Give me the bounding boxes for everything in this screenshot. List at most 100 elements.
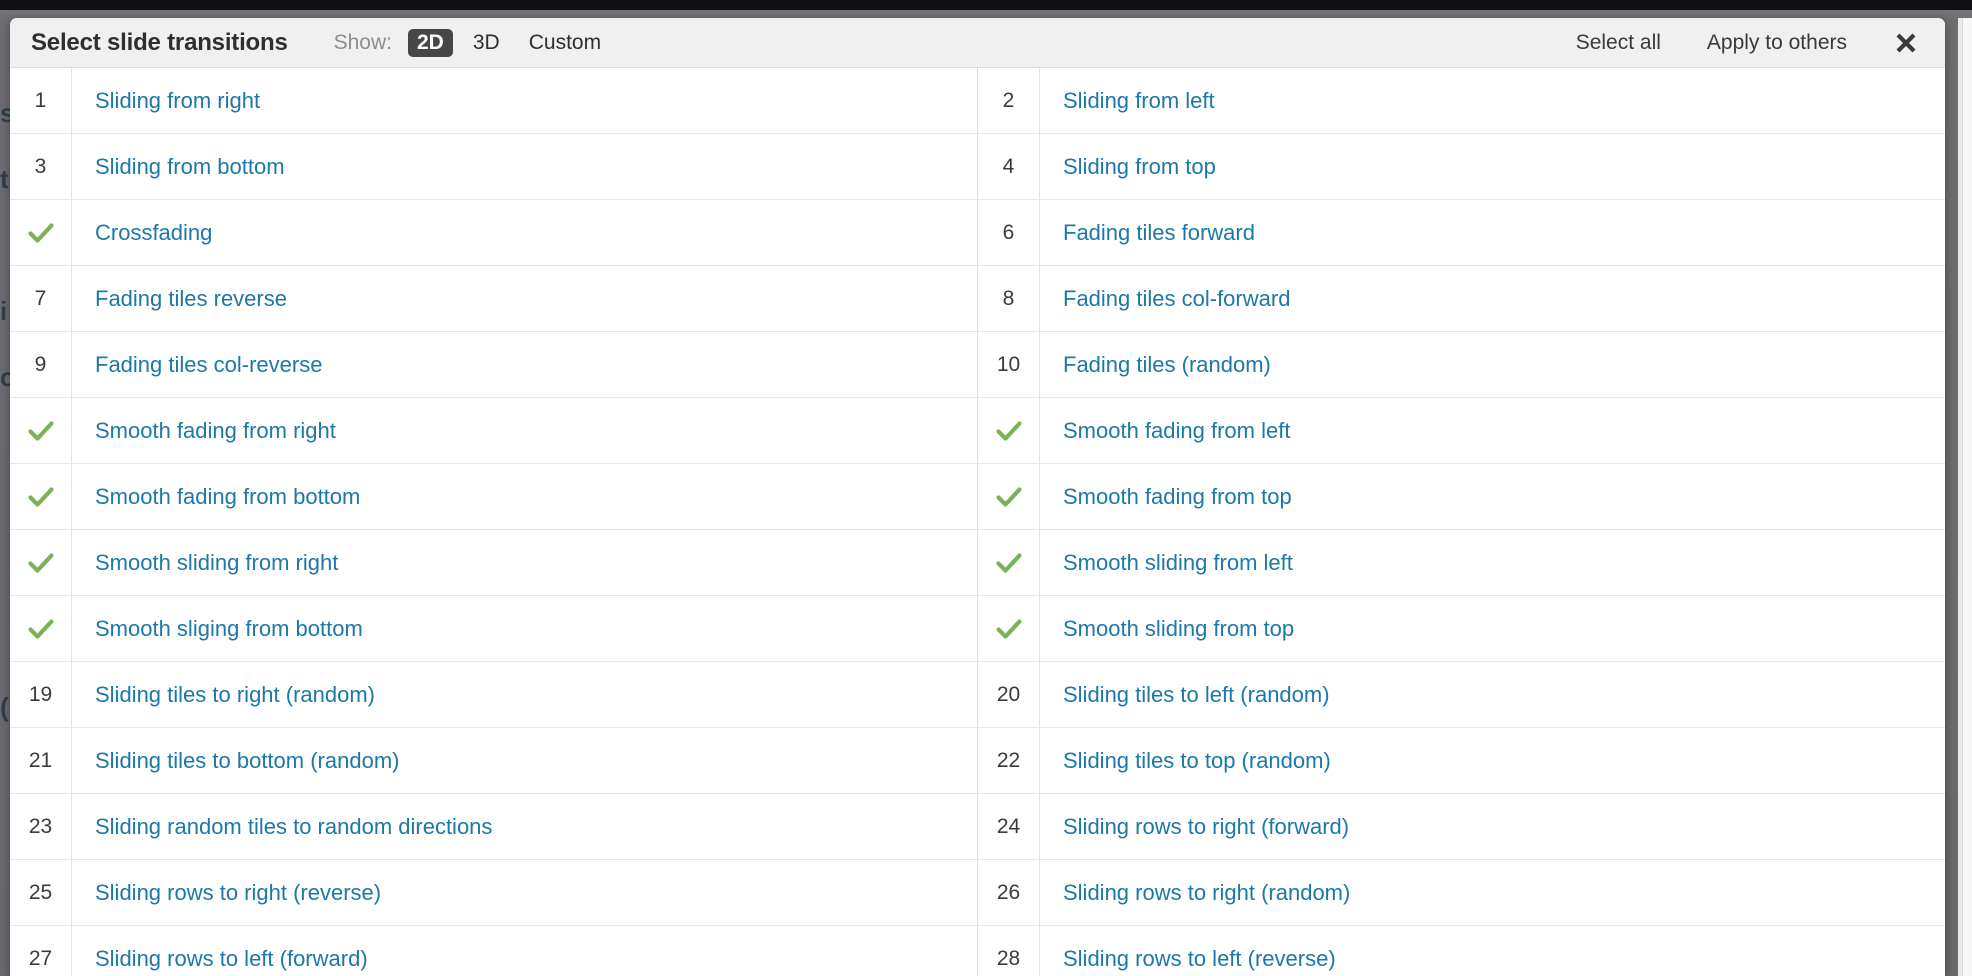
table-row[interactable]: 10 Fading tiles (random)	[978, 332, 1945, 398]
table-row[interactable]: 24 Sliding rows to right (forward)	[978, 794, 1945, 860]
table-row[interactable]: 4 Sliding from top	[978, 134, 1945, 200]
row-index[interactable]: 21	[10, 728, 72, 793]
scrollbar-track[interactable]	[1962, 18, 1972, 976]
tab-3d[interactable]: 3D	[464, 29, 509, 57]
transition-name[interactable]: Sliding rows to right (forward)	[1040, 814, 1349, 840]
row-index[interactable]: 25	[10, 860, 72, 925]
table-row[interactable]: Smooth sliding from left	[978, 530, 1945, 596]
transitions-column-left: 1 Sliding from right 3 Sliding from bottom C…	[10, 68, 978, 976]
table-row[interactable]: 8 Fading tiles col-forward	[978, 266, 1945, 332]
transition-name[interactable]: Smooth sliging from bottom	[72, 616, 363, 642]
transition-name[interactable]: Fading tiles col-forward	[1040, 286, 1290, 312]
row-index[interactable]: 27	[10, 926, 72, 976]
row-index[interactable]: 28	[978, 926, 1040, 976]
check-icon[interactable]	[10, 200, 72, 265]
transition-name[interactable]: Sliding rows to right (random)	[1040, 880, 1350, 906]
slide-transitions-dialog: Select slide transitions Show: 2D 3D Cus…	[10, 18, 1945, 976]
transition-name[interactable]: Sliding from right	[72, 88, 260, 114]
table-row[interactable]: Smooth sliding from top	[978, 596, 1945, 662]
table-row[interactable]: Smooth fading from right	[10, 398, 977, 464]
row-index[interactable]: 9	[10, 332, 72, 397]
row-index[interactable]: 24	[978, 794, 1040, 859]
table-row[interactable]: Crossfading	[10, 200, 977, 266]
table-row[interactable]: 28 Sliding rows to left (reverse)	[978, 926, 1945, 976]
table-row[interactable]: 1 Sliding from right	[10, 68, 977, 134]
row-index[interactable]: 19	[10, 662, 72, 727]
table-row[interactable]: Smooth fading from bottom	[10, 464, 977, 530]
check-icon[interactable]	[978, 464, 1040, 529]
check-icon[interactable]	[10, 464, 72, 529]
row-index[interactable]: 26	[978, 860, 1040, 925]
tab-2d[interactable]: 2D	[408, 28, 453, 57]
row-index[interactable]: 3	[10, 134, 72, 199]
close-icon[interactable]	[1893, 30, 1919, 56]
check-icon[interactable]	[10, 398, 72, 463]
row-index[interactable]: 23	[10, 794, 72, 859]
transition-name[interactable]: Smooth sliding from top	[1040, 616, 1294, 642]
show-filter-group: Show: 2D 3D Custom	[333, 28, 621, 57]
table-row[interactable]: Smooth sliding from right	[10, 530, 977, 596]
dialog-header: Select slide transitions Show: 2D 3D Cus…	[10, 18, 1945, 68]
transition-name[interactable]: Sliding from bottom	[72, 154, 285, 180]
transition-name[interactable]: Sliding from left	[1040, 88, 1215, 114]
tab-custom[interactable]: Custom	[520, 29, 610, 57]
table-row[interactable]: 19 Sliding tiles to right (random)	[10, 662, 977, 728]
table-row[interactable]: 22 Sliding tiles to top (random)	[978, 728, 1945, 794]
check-icon[interactable]	[978, 398, 1040, 463]
row-index[interactable]: 22	[978, 728, 1040, 793]
transition-name[interactable]: Sliding rows to right (reverse)	[72, 880, 381, 906]
table-row[interactable]: Smooth sliging from bottom	[10, 596, 977, 662]
row-index[interactable]: 7	[10, 266, 72, 331]
row-index[interactable]: 8	[978, 266, 1040, 331]
row-index[interactable]: 4	[978, 134, 1040, 199]
transition-name[interactable]: Sliding tiles to top (random)	[1040, 748, 1331, 774]
table-row[interactable]: 23 Sliding random tiles to random directi…	[10, 794, 977, 860]
select-all-button[interactable]: Select all	[1576, 31, 1661, 55]
header-actions: Select all Apply to others	[1576, 18, 1945, 67]
transition-name[interactable]: Fading tiles reverse	[72, 286, 287, 312]
check-icon[interactable]	[10, 530, 72, 595]
table-row[interactable]: 25 Sliding rows to right (reverse)	[10, 860, 977, 926]
transition-name[interactable]: Fading tiles (random)	[1040, 352, 1271, 378]
table-row[interactable]: 21 Sliding tiles to bottom (random)	[10, 728, 977, 794]
transition-name[interactable]: Smooth sliding from right	[72, 550, 338, 576]
row-index[interactable]: 10	[978, 332, 1040, 397]
table-row[interactable]: 3 Sliding from bottom	[10, 134, 977, 200]
apply-to-others-button[interactable]: Apply to others	[1707, 31, 1847, 55]
table-row[interactable]: Smooth fading from left	[978, 398, 1945, 464]
row-index[interactable]: 20	[978, 662, 1040, 727]
transition-name[interactable]: Fading tiles forward	[1040, 220, 1255, 246]
row-index[interactable]: 1	[10, 68, 72, 133]
transition-name[interactable]: Smooth fading from right	[72, 418, 336, 444]
check-icon[interactable]	[978, 596, 1040, 661]
transition-name[interactable]: Sliding from top	[1040, 154, 1216, 180]
table-row[interactable]: 6 Fading tiles forward	[978, 200, 1945, 266]
show-label: Show:	[333, 30, 392, 54]
transition-name[interactable]: Fading tiles col-reverse	[72, 352, 322, 378]
page-title: Select slide transitions	[31, 28, 288, 56]
row-index[interactable]: 2	[978, 68, 1040, 133]
transition-name[interactable]: Smooth fading from bottom	[72, 484, 360, 510]
transition-name[interactable]: Sliding tiles to left (random)	[1040, 682, 1330, 708]
transition-name[interactable]: Sliding tiles to bottom (random)	[72, 748, 399, 774]
transition-name[interactable]: Sliding rows to left (forward)	[72, 946, 368, 972]
transition-name[interactable]: Smooth fading from left	[1040, 418, 1290, 444]
transition-name[interactable]: Smooth fading from top	[1040, 484, 1292, 510]
transition-name[interactable]: Sliding random tiles to random direction…	[72, 814, 492, 840]
row-index[interactable]: 6	[978, 200, 1040, 265]
table-row[interactable]: 26 Sliding rows to right (random)	[978, 860, 1945, 926]
table-row[interactable]: Smooth fading from top	[978, 464, 1945, 530]
transition-name[interactable]: Smooth sliding from left	[1040, 550, 1293, 576]
top-black-strip	[0, 0, 1972, 10]
transitions-column-right: 2 Sliding from left 4 Sliding from top 6 Fadi…	[978, 68, 1945, 976]
table-row[interactable]: 7 Fading tiles reverse	[10, 266, 977, 332]
table-row[interactable]: 9 Fading tiles col-reverse	[10, 332, 977, 398]
transition-name[interactable]: Sliding tiles to right (random)	[72, 682, 375, 708]
transition-name[interactable]: Crossfading	[72, 220, 212, 246]
table-row[interactable]: 2 Sliding from left	[978, 68, 1945, 134]
check-icon[interactable]	[10, 596, 72, 661]
check-icon[interactable]	[978, 530, 1040, 595]
transition-name[interactable]: Sliding rows to left (reverse)	[1040, 946, 1336, 972]
table-row[interactable]: 20 Sliding tiles to left (random)	[978, 662, 1945, 728]
table-row[interactable]: 27 Sliding rows to left (forward)	[10, 926, 977, 976]
